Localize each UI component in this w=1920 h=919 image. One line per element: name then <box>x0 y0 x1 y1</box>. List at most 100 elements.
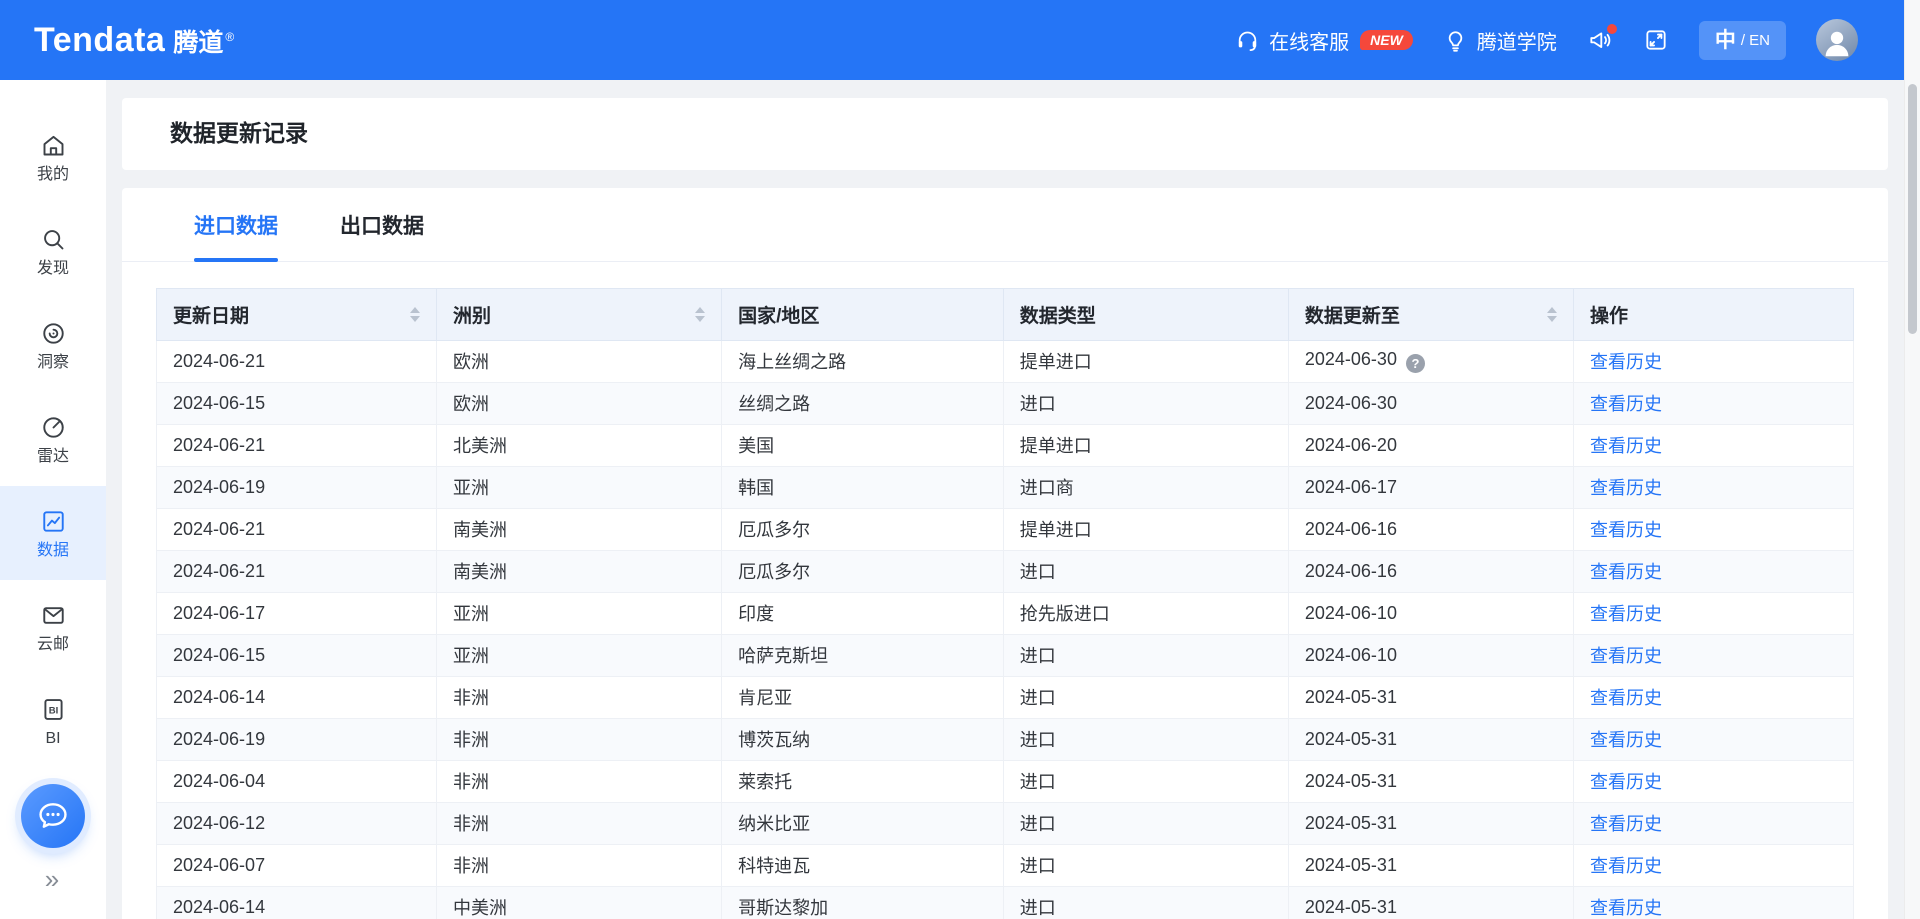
trademark-symbol: ® <box>225 30 234 44</box>
scrollbar-thumb[interactable] <box>1908 84 1917 334</box>
cell-update-date: 2024-06-17 <box>157 592 437 634</box>
table-row: 2024-06-15亚洲哈萨克斯坦进口2024-06-10查看历史 <box>157 634 1854 676</box>
cell-country: 厄瓜多尔 <box>722 550 1004 592</box>
view-history-link[interactable]: 查看历史 <box>1590 688 1662 708</box>
brand-name: Tendata <box>34 21 165 60</box>
cell-update-date: 2024-06-15 <box>157 634 437 676</box>
cell-action: 查看历史 <box>1573 760 1853 802</box>
table-header-row: 更新日期洲别国家/地区数据类型数据更新至操作 <box>157 288 1854 340</box>
notification-dot <box>1607 24 1617 34</box>
cell-action: 查看历史 <box>1573 676 1853 718</box>
sort-icon[interactable] <box>410 307 420 322</box>
view-history-link[interactable]: 查看历史 <box>1590 772 1662 792</box>
sidebar-item-label: 我的 <box>37 167 69 183</box>
user-avatar[interactable] <box>1816 19 1858 61</box>
chat-bubble-icon <box>35 798 71 834</box>
sort-icon[interactable] <box>695 307 705 322</box>
sidebar-item-label: 数据 <box>37 543 69 559</box>
column-header[interactable]: 洲别 <box>437 288 722 340</box>
main-content: 数据更新记录 进口数据出口数据 更新日期洲别国家/地区数据类型数据更新至操作 2… <box>106 80 1904 919</box>
sidebar-item-label: 发现 <box>37 261 69 277</box>
cell-data-type: 提单进口 <box>1003 340 1288 382</box>
table-row: 2024-06-07非洲科特迪瓦进口2024-05-31查看历史 <box>157 844 1854 886</box>
column-header: 数据类型 <box>1003 288 1288 340</box>
cell-country: 美国 <box>722 424 1004 466</box>
sidebar-item-discover[interactable]: 发现 <box>0 204 106 298</box>
headset-icon <box>1235 28 1260 53</box>
language-current: 中 <box>1715 30 1736 51</box>
view-history-link[interactable]: 查看历史 <box>1590 478 1662 498</box>
cell-updated-to: 2024-05-31 <box>1288 676 1573 718</box>
cell-updated-to: 2024-06-17 <box>1288 466 1573 508</box>
cell-action: 查看历史 <box>1573 802 1853 844</box>
online-service-link[interactable]: 在线客服 NEW <box>1235 26 1413 55</box>
cell-update-date: 2024-06-21 <box>157 424 437 466</box>
cell-country: 科特迪瓦 <box>722 844 1004 886</box>
sidebar-item-insight[interactable]: 洞察 <box>0 298 106 392</box>
cell-update-date: 2024-06-15 <box>157 382 437 424</box>
brand-name-cn: 腾道 <box>173 23 223 59</box>
academy-link[interactable]: 腾道学院 <box>1443 26 1557 55</box>
cell-action: 查看历史 <box>1573 886 1853 919</box>
cell-updated-to: 2024-05-31 <box>1288 886 1573 919</box>
cell-continent: 亚洲 <box>437 634 722 676</box>
cell-continent: 非洲 <box>437 718 722 760</box>
view-history-link[interactable]: 查看历史 <box>1590 394 1662 414</box>
fullscreen-button[interactable] <box>1643 27 1669 53</box>
view-history-link[interactable]: 查看历史 <box>1590 562 1662 582</box>
column-header: 国家/地区 <box>722 288 1004 340</box>
view-history-link[interactable]: 查看历史 <box>1590 856 1662 876</box>
cell-data-type: 进口 <box>1003 760 1288 802</box>
cell-action: 查看历史 <box>1573 592 1853 634</box>
sidebar-item-mail[interactable]: 云邮 <box>0 580 106 674</box>
sidebar-item-radar[interactable]: 雷达 <box>0 392 106 486</box>
cell-update-date: 2024-06-19 <box>157 466 437 508</box>
sidebar-item-home[interactable]: 我的 <box>0 110 106 204</box>
table-row: 2024-06-21南美洲厄瓜多尔进口2024-06-16查看历史 <box>157 550 1854 592</box>
view-history-link[interactable]: 查看历史 <box>1590 898 1662 918</box>
column-header[interactable]: 数据更新至 <box>1288 288 1573 340</box>
sidebar-item-bi[interactable]: BIBI <box>0 674 106 768</box>
announcement-button[interactable] <box>1587 27 1613 53</box>
cell-action: 查看历史 <box>1573 718 1853 760</box>
cell-updated-to: 2024-05-31 <box>1288 802 1573 844</box>
top-header: Tendata 腾道 ® 在线客服 NEW 腾道学院 <box>0 0 1920 80</box>
cell-country: 厄瓜多尔 <box>722 508 1004 550</box>
language-toggle[interactable]: 中 / EN <box>1699 21 1786 60</box>
sort-icon[interactable] <box>1547 307 1557 322</box>
app-window: Tendata 腾道 ® 在线客服 NEW 腾道学院 <box>0 0 1920 919</box>
help-icon[interactable]: ? <box>1406 354 1425 373</box>
column-label: 数据更新至 <box>1305 301 1400 328</box>
cell-country: 博茨瓦纳 <box>722 718 1004 760</box>
search-icon <box>40 226 67 253</box>
cell-data-type: 进口商 <box>1003 466 1288 508</box>
view-history-link[interactable]: 查看历史 <box>1590 646 1662 666</box>
view-history-link[interactable]: 查看历史 <box>1590 520 1662 540</box>
tab-import-data[interactable]: 进口数据 <box>194 188 278 261</box>
view-history-link[interactable]: 查看历史 <box>1590 730 1662 750</box>
table-row: 2024-06-14中美洲哥斯达黎加进口2024-05-31查看历史 <box>157 886 1854 919</box>
view-history-link[interactable]: 查看历史 <box>1590 436 1662 456</box>
page-title-card: 数据更新记录 <box>122 98 1888 170</box>
cell-action: 查看历史 <box>1573 382 1853 424</box>
cell-action: 查看历史 <box>1573 634 1853 676</box>
table-row: 2024-06-15欧洲丝绸之路进口2024-06-30查看历史 <box>157 382 1854 424</box>
column-header[interactable]: 更新日期 <box>157 288 437 340</box>
chat-fab-button[interactable] <box>21 784 85 848</box>
academy-label: 腾道学院 <box>1477 26 1557 55</box>
cell-data-type: 进口 <box>1003 382 1288 424</box>
vertical-scrollbar[interactable] <box>1904 0 1920 919</box>
cell-data-type: 提单进口 <box>1003 508 1288 550</box>
brand-logo[interactable]: Tendata 腾道 ® <box>34 21 234 60</box>
cell-data-type: 提单进口 <box>1003 424 1288 466</box>
view-history-link[interactable]: 查看历史 <box>1590 352 1662 372</box>
cell-update-date: 2024-06-21 <box>157 340 437 382</box>
view-history-link[interactable]: 查看历史 <box>1590 814 1662 834</box>
tab-export-data[interactable]: 出口数据 <box>340 188 424 261</box>
sidebar-item-data[interactable]: 数据 <box>0 486 106 580</box>
sidebar-nav: 我的发现洞察雷达数据云邮BIBI <box>0 80 106 768</box>
cell-data-type: 进口 <box>1003 886 1288 919</box>
table-row: 2024-06-12非洲纳米比亚进口2024-05-31查看历史 <box>157 802 1854 844</box>
collapse-sidebar-button[interactable]: » <box>0 866 106 892</box>
view-history-link[interactable]: 查看历史 <box>1590 604 1662 624</box>
